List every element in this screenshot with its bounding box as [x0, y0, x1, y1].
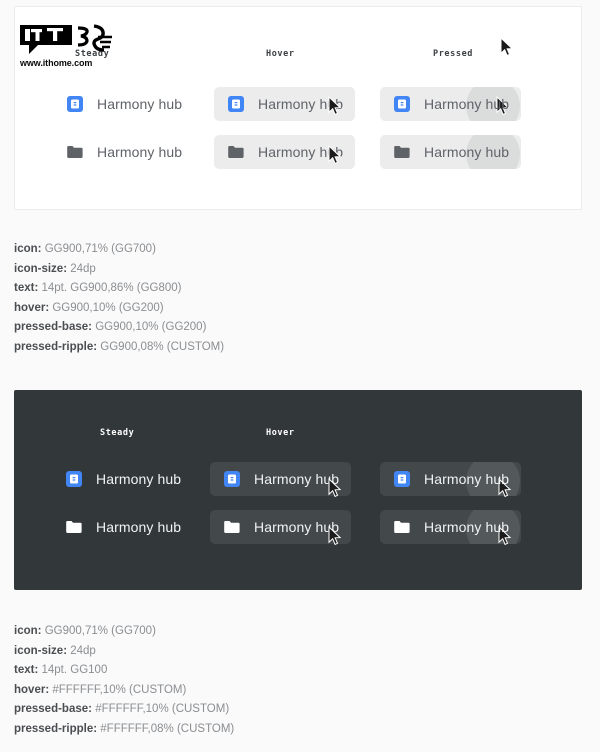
list-item-label: Harmony hub: [254, 519, 340, 535]
spec-key: icon:: [14, 243, 42, 255]
harmony-hub-app-icon: [65, 94, 85, 114]
list-item-pressed[interactable]: Harmony hub: [380, 510, 522, 544]
spec-value: 24dp: [70, 262, 96, 275]
list-item-label: Harmony hub: [424, 96, 510, 112]
spec-value: GG900,71% (GG700): [44, 625, 156, 637]
list-item-label: Harmony hub: [97, 144, 183, 160]
column-header-pressed: Pressed: [433, 49, 474, 59]
dark-theme-spec-list: icon: GG900,71% (GG700) icon-size: 24dp …: [14, 622, 574, 739]
spec-key: text:: [14, 664, 39, 676]
list-item-hover[interactable]: Harmony hub: [210, 462, 352, 496]
spec-key: text:: [14, 282, 39, 294]
spec-row: text: 14pt. GG100: [14, 661, 574, 681]
list-item-label: Harmony hub: [97, 96, 183, 112]
list-item-label: Harmony hub: [96, 519, 182, 535]
spec-row: icon-size: 24dp: [14, 642, 574, 662]
column-header-hover: Hover: [266, 428, 295, 438]
spec-row: pressed-base: #FFFFFF,10% (CUSTOM): [14, 700, 574, 720]
spec-value: GG900,10% (GG200): [95, 321, 207, 333]
folder-icon: [226, 142, 246, 162]
spec-row: pressed-ripple: GG900,08% (CUSTOM): [14, 338, 574, 358]
list-item[interactable]: Harmony hub: [52, 510, 193, 544]
spec-key: icon:: [14, 625, 42, 637]
spec-row: hover: GG900,10% (GG200): [14, 299, 574, 319]
list-item-label: Harmony hub: [258, 144, 344, 160]
spec-value: GG900,71% (GG700): [44, 243, 156, 255]
column-header-steady: Steady: [100, 428, 135, 438]
spec-value: GG900,08% (CUSTOM): [100, 340, 225, 353]
harmony-hub-app-icon: [392, 469, 412, 489]
spec-key: pressed-ripple:: [14, 722, 98, 735]
harmony-hub-app-icon: [222, 469, 242, 489]
list-item-pressed[interactable]: Harmony hub: [380, 462, 522, 496]
list-item-hover[interactable]: Harmony hub: [210, 510, 352, 544]
column-header-hover: Hover: [266, 49, 295, 59]
spec-value: #FFFFFF,10% (CUSTOM): [95, 703, 230, 715]
spec-row: hover: #FFFFFF,10% (CUSTOM): [14, 681, 574, 701]
list-item-label: Harmony hub: [424, 519, 510, 535]
dark-theme-panel: Steady Hover Harmony hub Harmony hub Har…: [14, 390, 582, 590]
list-item-hover[interactable]: Harmony hub: [214, 135, 356, 169]
spec-row: icon-size: 24dp: [14, 260, 574, 280]
folder-icon: [392, 517, 412, 537]
folder-icon: [64, 517, 84, 537]
light-theme-spec-list: icon: GG900,71% (GG700) icon-size: 24dp …: [14, 240, 574, 357]
spec-key: hover:: [14, 301, 50, 314]
spec-key: icon-size:: [14, 262, 68, 275]
spec-value: GG900,10% (GG200): [52, 301, 164, 314]
list-item-label: Harmony hub: [258, 96, 344, 112]
spec-value: 14pt. GG100: [41, 664, 108, 676]
list-item-label: Harmony hub: [424, 471, 510, 487]
light-theme-panel: Steady Hover Pressed Harmony hub Harmony…: [14, 6, 582, 210]
list-item-pressed[interactable]: Harmony hub: [380, 135, 522, 169]
spec-value: 14pt. GG900,86% (GG800): [41, 282, 182, 294]
folder-icon: [392, 142, 412, 162]
harmony-hub-app-icon: [226, 94, 246, 114]
harmony-hub-app-icon: [392, 94, 412, 114]
spec-row: pressed-base: GG900,10% (GG200): [14, 318, 574, 338]
list-item[interactable]: Harmony hub: [52, 462, 193, 496]
list-item[interactable]: Harmony hub: [53, 87, 194, 121]
folder-icon: [65, 142, 85, 162]
list-item-label: Harmony hub: [424, 144, 510, 160]
spec-key: pressed-ripple:: [14, 340, 98, 353]
list-item-hover[interactable]: Harmony hub: [214, 87, 356, 121]
harmony-hub-app-icon: [64, 469, 84, 489]
spec-row: pressed-ripple: #FFFFFF,08% (CUSTOM): [14, 720, 574, 740]
spec-row: text: 14pt. GG900,86% (GG800): [14, 279, 574, 299]
list-item[interactable]: Harmony hub: [53, 135, 194, 169]
list-item-label: Harmony hub: [96, 471, 182, 487]
folder-icon: [222, 517, 242, 537]
list-item-label: Harmony hub: [254, 471, 340, 487]
spec-key: icon-size:: [14, 644, 68, 657]
spec-value: 24dp: [70, 644, 96, 657]
spec-row: icon: GG900,71% (GG700): [14, 622, 574, 642]
spec-key: pressed-base:: [14, 703, 92, 715]
spec-key: pressed-base:: [14, 321, 92, 333]
list-item-pressed[interactable]: Harmony hub: [380, 87, 522, 121]
spec-key: hover:: [14, 683, 50, 696]
column-header-steady: Steady: [75, 49, 110, 59]
spec-row: icon: GG900,71% (GG700): [14, 240, 574, 260]
spec-value: #FFFFFF,10% (CUSTOM): [52, 683, 187, 696]
spec-value: #FFFFFF,08% (CUSTOM): [100, 722, 235, 735]
